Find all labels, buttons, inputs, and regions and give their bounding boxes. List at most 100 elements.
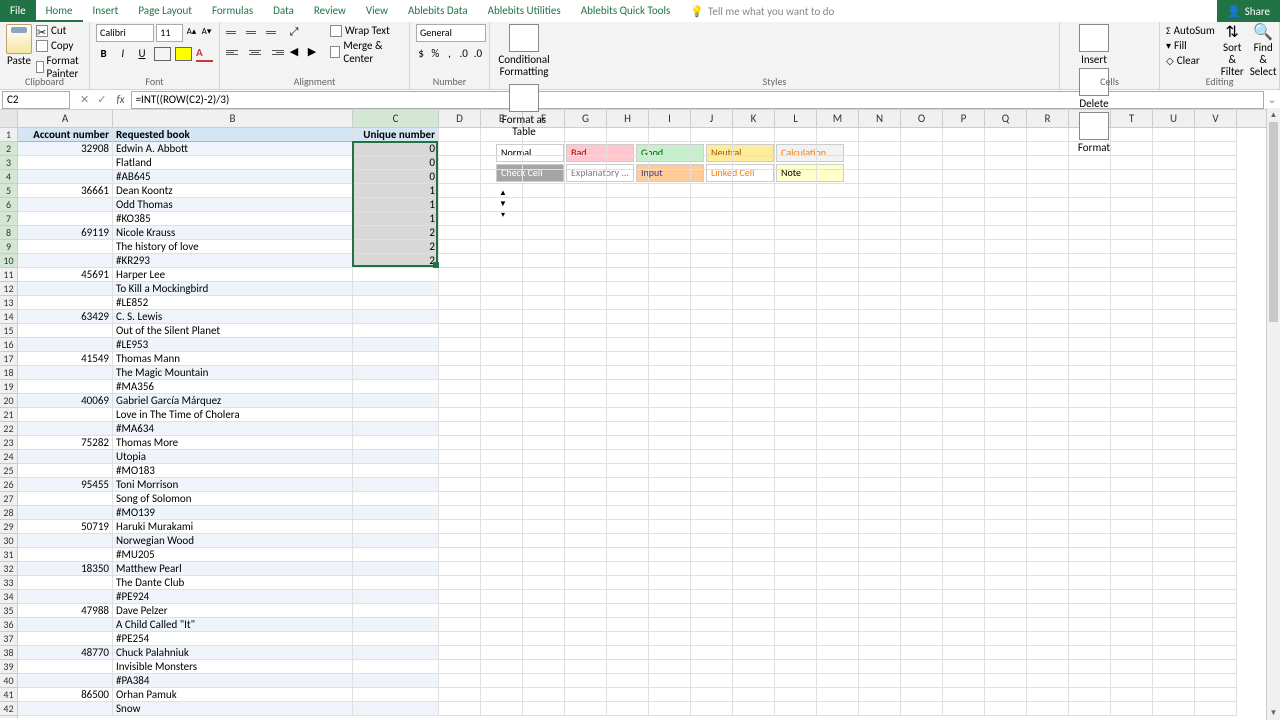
- cell-D20[interactable]: [439, 394, 481, 408]
- cell-M38[interactable]: [817, 646, 859, 660]
- cell-J32[interactable]: [691, 562, 733, 576]
- cell-Q17[interactable]: [985, 352, 1027, 366]
- cell-T24[interactable]: [1111, 450, 1153, 464]
- cell-Q28[interactable]: [985, 506, 1027, 520]
- cell-D33[interactable]: [439, 576, 481, 590]
- cell-A25[interactable]: [18, 464, 113, 478]
- cell-D35[interactable]: [439, 604, 481, 618]
- cell-S17[interactable]: [1069, 352, 1111, 366]
- cell-C35[interactable]: [353, 604, 439, 618]
- cell-E19[interactable]: [481, 380, 523, 394]
- cell-F19[interactable]: [523, 380, 565, 394]
- row-header-1[interactable]: 1: [0, 128, 17, 142]
- cell-N7[interactable]: [859, 212, 901, 226]
- cell-R3[interactable]: [1027, 156, 1069, 170]
- cell-A36[interactable]: [18, 618, 113, 632]
- cell-U41[interactable]: [1153, 688, 1195, 702]
- cell-T34[interactable]: [1111, 590, 1153, 604]
- cell-I42[interactable]: [649, 702, 691, 716]
- cell-S10[interactable]: [1069, 254, 1111, 268]
- cell-L7[interactable]: [775, 212, 817, 226]
- row-header-7[interactable]: 7: [0, 212, 17, 226]
- cell-F37[interactable]: [523, 632, 565, 646]
- column-header-O[interactable]: O: [901, 110, 943, 127]
- row-header-38[interactable]: 38: [0, 646, 17, 660]
- cell-M34[interactable]: [817, 590, 859, 604]
- cell-J41[interactable]: [691, 688, 733, 702]
- cell-O39[interactable]: [901, 660, 943, 674]
- cell-N25[interactable]: [859, 464, 901, 478]
- cell-U11[interactable]: [1153, 268, 1195, 282]
- cell-N20[interactable]: [859, 394, 901, 408]
- row-header-33[interactable]: 33: [0, 576, 17, 590]
- cell-A14[interactable]: 63429: [18, 310, 113, 324]
- clear-button[interactable]: ◇ Clear: [1166, 54, 1215, 67]
- column-header-H[interactable]: H: [607, 110, 649, 127]
- cell-G3[interactable]: [565, 156, 607, 170]
- cell-R21[interactable]: [1027, 408, 1069, 422]
- cell-K8[interactable]: [733, 226, 775, 240]
- cell-J3[interactable]: [691, 156, 733, 170]
- autosum-button[interactable]: Σ AutoSum: [1166, 24, 1215, 37]
- cell-H26[interactable]: [607, 478, 649, 492]
- cell-A26[interactable]: 95455: [18, 478, 113, 492]
- cell-P27[interactable]: [943, 492, 985, 506]
- cell-N17[interactable]: [859, 352, 901, 366]
- row-header-20[interactable]: 20: [0, 394, 17, 408]
- cell-R19[interactable]: [1027, 380, 1069, 394]
- cell-D30[interactable]: [439, 534, 481, 548]
- cell-H18[interactable]: [607, 366, 649, 380]
- cell-C21[interactable]: [353, 408, 439, 422]
- cell-K34[interactable]: [733, 590, 775, 604]
- cell-F18[interactable]: [523, 366, 565, 380]
- cell-L40[interactable]: [775, 674, 817, 688]
- cell-I37[interactable]: [649, 632, 691, 646]
- cell-O36[interactable]: [901, 618, 943, 632]
- currency-button[interactable]: $: [416, 46, 426, 62]
- cell-R40[interactable]: [1027, 674, 1069, 688]
- cell-K30[interactable]: [733, 534, 775, 548]
- cell-R41[interactable]: [1027, 688, 1069, 702]
- cell-M37[interactable]: [817, 632, 859, 646]
- cell-F16[interactable]: [523, 338, 565, 352]
- cell-K38[interactable]: [733, 646, 775, 660]
- cell-T40[interactable]: [1111, 674, 1153, 688]
- cell-Q19[interactable]: [985, 380, 1027, 394]
- cell-K19[interactable]: [733, 380, 775, 394]
- cell-C27[interactable]: [353, 492, 439, 506]
- cell-K28[interactable]: [733, 506, 775, 520]
- cell-F14[interactable]: [523, 310, 565, 324]
- cell-Q40[interactable]: [985, 674, 1027, 688]
- cell-D42[interactable]: [439, 702, 481, 716]
- cell-Q20[interactable]: [985, 394, 1027, 408]
- cell-Q34[interactable]: [985, 590, 1027, 604]
- cell-Q32[interactable]: [985, 562, 1027, 576]
- align-bottom-button[interactable]: [266, 25, 284, 39]
- cell-T20[interactable]: [1111, 394, 1153, 408]
- cell-E5[interactable]: [481, 184, 523, 198]
- cell-U26[interactable]: [1153, 478, 1195, 492]
- cell-O17[interactable]: [901, 352, 943, 366]
- cell-E21[interactable]: [481, 408, 523, 422]
- cell-G36[interactable]: [565, 618, 607, 632]
- cell-J1[interactable]: [691, 128, 733, 142]
- cell-S38[interactable]: [1069, 646, 1111, 660]
- cell-U18[interactable]: [1153, 366, 1195, 380]
- cell-L42[interactable]: [775, 702, 817, 716]
- cell-I7[interactable]: [649, 212, 691, 226]
- cell-I27[interactable]: [649, 492, 691, 506]
- row-header-35[interactable]: 35: [0, 604, 17, 618]
- cell-H37[interactable]: [607, 632, 649, 646]
- cell-G18[interactable]: [565, 366, 607, 380]
- cell-T35[interactable]: [1111, 604, 1153, 618]
- cell-H7[interactable]: [607, 212, 649, 226]
- cell-K22[interactable]: [733, 422, 775, 436]
- cell-S32[interactable]: [1069, 562, 1111, 576]
- cell-A28[interactable]: [18, 506, 113, 520]
- cell-E8[interactable]: [481, 226, 523, 240]
- cell-V11[interactable]: [1195, 268, 1237, 282]
- cell-L18[interactable]: [775, 366, 817, 380]
- tab-ablebits-data[interactable]: Ablebits Data: [398, 0, 478, 22]
- cell-D41[interactable]: [439, 688, 481, 702]
- cell-H1[interactable]: [607, 128, 649, 142]
